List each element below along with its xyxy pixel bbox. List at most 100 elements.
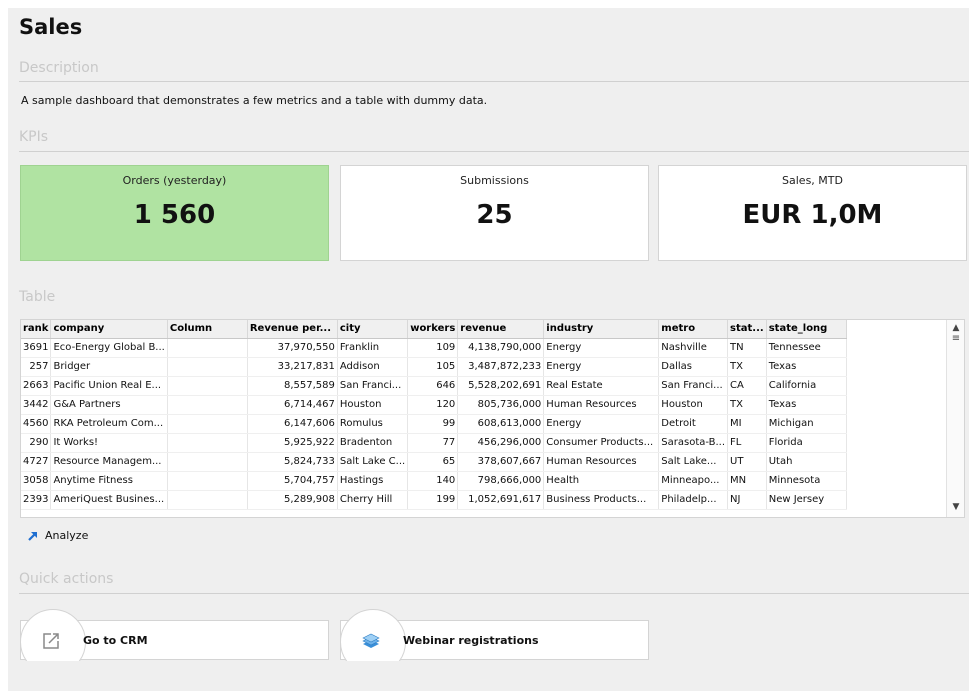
table-cell: NJ (727, 490, 767, 510)
kpi-card-sales-mtd[interactable]: Sales, MTD EUR 1,0M (658, 165, 967, 261)
column-header[interactable]: Column (167, 320, 248, 339)
table-cell: Dallas (658, 357, 729, 377)
kpi-value: 1 560 (133, 200, 216, 230)
kpi-label: Submissions (460, 174, 529, 187)
section-description-title: Description (19, 60, 99, 76)
divider (19, 593, 969, 594)
scroll-thumb-icon[interactable]: ≡ (947, 333, 964, 344)
table-cell (167, 490, 248, 510)
table-cell: 4560 (21, 414, 52, 434)
table-cell: 1,052,691,617 (457, 490, 545, 510)
table-row[interactable]: 4560 RKA Petroleum Com... 6,147,606 Romulus… (21, 414, 847, 434)
table-cell: 805,736,000 (457, 395, 545, 415)
table-cell: CA (727, 376, 767, 396)
kpi-label: Orders (yesterday) (122, 174, 227, 187)
section-kpis-title: KPIs (19, 129, 49, 145)
table-cell: 109 (407, 338, 459, 358)
table-grid: rank company Column Revenue per... city worke… (21, 320, 847, 510)
analyze-link[interactable]: Analyze (27, 529, 88, 542)
table-cell: 4727 (21, 452, 52, 472)
table-cell: 37,970,550 (247, 338, 338, 358)
kpi-label: Sales, MTD (782, 174, 843, 187)
kpi-card-submissions[interactable]: Submissions 25 (340, 165, 649, 261)
column-header[interactable]: city (337, 320, 409, 339)
table-cell: 5,824,733 (247, 452, 338, 472)
table-cell: Romulus (337, 414, 409, 434)
table-cell: 105 (407, 357, 459, 377)
section-quick-actions-title: Quick actions (19, 571, 114, 587)
table-row[interactable]: 3442 G&A Partners 6,714,467 Houston 120 805,7… (21, 395, 847, 415)
column-header[interactable]: industry (543, 320, 660, 339)
table-cell: Human Resources (543, 395, 660, 415)
table-cell: Minnesota (766, 471, 847, 491)
table-cell: Detroit (658, 414, 729, 434)
description-text: A sample dashboard that demonstrates a f… (21, 94, 488, 107)
table-cell: G&A Partners (50, 395, 168, 415)
table-cell: 5,528,202,691 (457, 376, 545, 396)
section-table-title: Table (19, 289, 56, 305)
table-cell: 257 (21, 357, 52, 377)
table-cell: Hastings (337, 471, 409, 491)
column-header[interactable]: rank (21, 320, 52, 339)
table-cell: Bradenton (337, 433, 409, 453)
table-cell: Eco-Energy Global B... (50, 338, 168, 358)
table-cell: 99 (407, 414, 459, 434)
table-cell: 3058 (21, 471, 52, 491)
arrow-up-right-icon (28, 531, 37, 541)
table-row[interactable]: 3691 Eco-Energy Global B... 37,970,550 Fran… (21, 338, 847, 358)
table-row[interactable]: 257 Bridger 33,217,831 Addison 105 3,487,872,… (21, 357, 847, 377)
table-cell: 199 (407, 490, 459, 510)
table-cell: Pacific Union Real E... (50, 376, 168, 396)
table-cell: 290 (21, 433, 52, 453)
table-cell: UT (727, 452, 767, 472)
table-cell: Salt Lake C... (337, 452, 409, 472)
table-cell: 378,607,667 (457, 452, 545, 472)
table-row[interactable]: 2393 AmeriQuest Busines... 5,289,908 Cherry… (21, 490, 847, 510)
column-header[interactable]: workers (407, 320, 459, 339)
column-header[interactable]: company (50, 320, 168, 339)
table-cell: Texas (766, 357, 847, 377)
table-cell: 8,557,589 (247, 376, 338, 396)
scroll-up-icon[interactable]: ▲ (947, 323, 964, 333)
table-cell: Energy (543, 414, 660, 434)
column-header[interactable]: state_long (766, 320, 847, 339)
page-title: Sales (19, 15, 83, 39)
table-cell: 2393 (21, 490, 52, 510)
quick-action-label: Webinar registrations (403, 634, 539, 647)
table-cell: Business Products... (543, 490, 660, 510)
table-cell: 4,138,790,000 (457, 338, 545, 358)
column-header[interactable]: stat... (727, 320, 767, 339)
table-row[interactable]: 2663 Pacific Union Real E... 8,557,589 San … (21, 376, 847, 396)
table-cell: 608,613,000 (457, 414, 545, 434)
column-header[interactable]: revenue (457, 320, 545, 339)
table-cell: Michigan (766, 414, 847, 434)
table-row[interactable]: 3058 Anytime Fitness 5,704,757 Hastings 140 7… (21, 471, 847, 491)
table-cell: 120 (407, 395, 459, 415)
webinar-registrations-button[interactable]: Webinar registrations (340, 609, 649, 661)
table-cell: Franklin (337, 338, 409, 358)
column-header[interactable]: Revenue per... (247, 320, 338, 339)
table-cell (167, 395, 248, 415)
external-link-icon (43, 633, 59, 649)
table-cell: Health (543, 471, 660, 491)
table-cell: Sarasota-B... (658, 433, 729, 453)
data-table[interactable]: rank company Column Revenue per... city worke… (20, 319, 965, 518)
table-cell: 5,925,922 (247, 433, 338, 453)
table-cell: Tennessee (766, 338, 847, 358)
table-cell: MN (727, 471, 767, 491)
table-cell: Energy (543, 357, 660, 377)
scroll-down-icon[interactable]: ▼ (947, 502, 964, 512)
table-row[interactable]: 290 It Works! 5,925,922 Bradenton 77 456,296,… (21, 433, 847, 453)
table-cell: Addison (337, 357, 409, 377)
table-cell: Texas (766, 395, 847, 415)
table-cell: AmeriQuest Busines... (50, 490, 168, 510)
table-cell: 2663 (21, 376, 52, 396)
kpi-card-orders[interactable]: Orders (yesterday) 1 560 (20, 165, 329, 261)
vertical-scrollbar[interactable]: ▲ ≡ ▼ (946, 320, 964, 517)
table-cell (167, 452, 248, 472)
stack-icon (362, 633, 380, 648)
table-cell: 33,217,831 (247, 357, 338, 377)
table-row[interactable]: 4727 Resource Managem... 5,824,733 Salt Lak… (21, 452, 847, 472)
go-to-crm-button[interactable]: Go to CRM (20, 609, 329, 661)
column-header[interactable]: metro (658, 320, 729, 339)
